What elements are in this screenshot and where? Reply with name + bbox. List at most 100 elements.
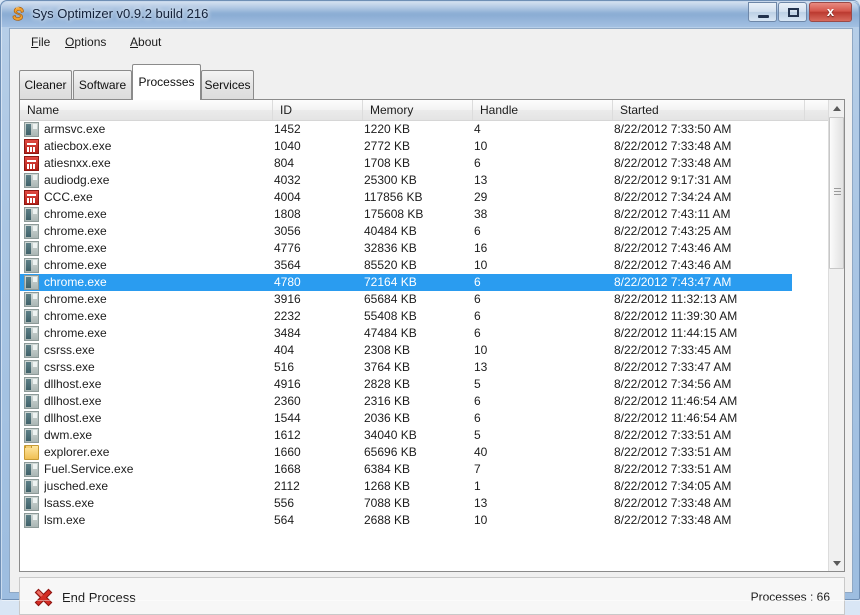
tab-cleaner[interactable]: Cleaner <box>19 70 72 100</box>
cell-started: 8/22/2012 7:34:56 AM <box>614 377 732 391</box>
table-row[interactable]: lsass.exe 556 7088 KB 13 8/22/2012 7:33:48 A… <box>20 495 828 512</box>
table-row[interactable]: atiesnxx.exe 804 1708 KB 6 8/22/2012 7:33:48… <box>20 155 828 172</box>
table-row[interactable]: chrome.exe 4780 72164 KB 6 8/22/2012 7:43:47… <box>20 274 792 291</box>
scroll-up-arrow-icon[interactable] <box>829 100 844 116</box>
minimize-icon <box>758 15 769 18</box>
table-row[interactable]: chrome.exe 2232 55408 KB 6 8/22/2012 11:39:3… <box>20 308 828 325</box>
table-row[interactable]: chrome.exe 3916 65684 KB 6 8/22/2012 11:32:1… <box>20 291 828 308</box>
table-row[interactable]: armsvc.exe 1452 1220 KB 4 8/22/2012 7:33:50 … <box>20 121 828 138</box>
cell-started: 8/22/2012 7:43:11 AM <box>614 207 731 221</box>
cell-handle: 6 <box>474 309 481 323</box>
cell-memory: 175608 KB <box>364 207 424 221</box>
cell-handle: 6 <box>474 156 481 170</box>
cell-handle: 38 <box>474 207 488 221</box>
process-count-label: Processes : 66 <box>750 590 830 604</box>
column-header-handle[interactable]: Handle <box>473 100 613 120</box>
column-header-id[interactable]: ID <box>273 100 363 120</box>
cell-started: 8/22/2012 7:43:46 AM <box>614 241 732 255</box>
menu-item-about[interactable]: About <box>123 33 168 51</box>
close-button[interactable]: x <box>809 2 852 22</box>
table-row[interactable]: audiodg.exe 4032 25300 KB 13 8/22/2012 9:17:… <box>20 172 828 189</box>
cell-id: 2232 <box>274 309 301 323</box>
ati-icon <box>24 190 39 205</box>
table-row[interactable]: csrss.exe 404 2308 KB 10 8/22/2012 7:33:45 A… <box>20 342 828 359</box>
cell-memory: 72164 KB <box>364 275 417 289</box>
maximize-button[interactable] <box>778 2 807 22</box>
cell-memory: 32836 KB <box>364 241 417 255</box>
table-row[interactable]: chrome.exe 1808 175608 KB 38 8/22/2012 7:43:… <box>20 206 828 223</box>
cell-id: 3916 <box>274 292 301 306</box>
folder-icon <box>24 445 39 460</box>
cell-handle: 29 <box>474 190 488 204</box>
scroll-down-arrow-icon[interactable] <box>829 555 844 571</box>
table-row[interactable]: jusched.exe 2112 1268 KB 1 8/22/2012 7:34:05… <box>20 478 828 495</box>
title-bar[interactable]: Sys Optimizer v0.9.2 build 216 x <box>1 1 859 27</box>
cell-id: 516 <box>274 360 295 374</box>
app-icon <box>24 462 39 477</box>
table-row[interactable]: chrome.exe 3484 47484 KB 6 8/22/2012 11:44:1… <box>20 325 828 342</box>
app-icon <box>24 326 39 341</box>
table-row[interactable]: dllhost.exe 2360 2316 KB 6 8/22/2012 11:46:5… <box>20 393 828 410</box>
column-header-memory[interactable]: Memory <box>363 100 473 120</box>
table-row[interactable]: atiecbox.exe 1040 2772 KB 10 8/22/2012 7:33:… <box>20 138 828 155</box>
scrollbar-grip-icon <box>834 188 841 195</box>
cell-memory: 40484 KB <box>364 224 417 238</box>
cell-name: chrome.exe <box>44 258 107 272</box>
minimize-button[interactable] <box>748 2 777 22</box>
app-s-icon <box>12 6 24 21</box>
red-x-icon <box>34 588 53 607</box>
cell-name: dllhost.exe <box>44 394 102 408</box>
table-row[interactable]: explorer.exe 1660 65696 KB 40 8/22/2012 7:33… <box>20 444 828 461</box>
tab-processes[interactable]: Processes <box>132 64 201 100</box>
table-row[interactable]: CCC.exe 4004 117856 KB 29 8/22/2012 7:34:24 … <box>20 189 828 206</box>
process-list: Name ID Memory Handle Started armsvc.exe… <box>19 99 845 572</box>
cell-name: chrome.exe <box>44 241 107 255</box>
cell-handle: 10 <box>474 343 488 357</box>
cell-memory: 1708 KB <box>364 156 411 170</box>
cell-handle: 1 <box>474 479 481 493</box>
table-row[interactable]: dllhost.exe 1544 2036 KB 6 8/22/2012 11:46:5… <box>20 410 828 427</box>
cell-name: CCC.exe <box>44 190 93 204</box>
column-header-name[interactable]: Name <box>20 100 273 120</box>
cell-started: 8/22/2012 7:33:50 AM <box>614 122 732 136</box>
menu-item-options[interactable]: Options <box>58 33 113 51</box>
tab-software[interactable]: Software <box>73 70 132 100</box>
table-row[interactable]: dwm.exe 1612 34040 KB 5 8/22/2012 7:33:51 AM <box>20 427 828 444</box>
cell-memory: 55408 KB <box>364 309 417 323</box>
scrollbar-thumb[interactable] <box>829 117 844 269</box>
cell-id: 4916 <box>274 377 301 391</box>
cell-handle: 10 <box>474 513 488 527</box>
cell-started: 8/22/2012 7:43:46 AM <box>614 258 732 272</box>
table-row[interactable]: chrome.exe 3056 40484 KB 6 8/22/2012 7:43:25… <box>20 223 828 240</box>
process-list-scrollbar[interactable] <box>828 100 844 571</box>
table-row[interactable]: chrome.exe 4776 32836 KB 16 8/22/2012 7:43:4… <box>20 240 828 257</box>
tab-services[interactable]: Services <box>201 70 254 100</box>
cell-memory: 34040 KB <box>364 428 417 442</box>
table-row[interactable]: Fuel.Service.exe 1668 6384 KB 7 8/22/2012 7:… <box>20 461 828 478</box>
end-process-button[interactable]: End Process <box>29 582 159 612</box>
cell-handle: 6 <box>474 292 481 306</box>
cell-started: 8/22/2012 11:39:30 AM <box>614 309 738 323</box>
table-row[interactable]: chrome.exe 3564 85520 KB 10 8/22/2012 7:43:4… <box>20 257 828 274</box>
column-header-spacer[interactable] <box>805 100 828 120</box>
column-header-started[interactable]: Started <box>613 100 805 120</box>
maximize-icon <box>788 8 799 17</box>
cell-handle: 4 <box>474 122 481 136</box>
cell-name: dwm.exe <box>44 428 93 442</box>
cell-id: 1040 <box>274 139 301 153</box>
app-icon <box>24 343 39 358</box>
cell-name: atiecbox.exe <box>44 139 112 153</box>
table-row[interactable]: csrss.exe 516 3764 KB 13 8/22/2012 7:33:47 A… <box>20 359 828 376</box>
menu-item-file[interactable]: File <box>24 33 57 51</box>
cell-id: 3056 <box>274 224 301 238</box>
table-row[interactable]: lsm.exe 564 2688 KB 10 8/22/2012 7:33:48 AM <box>20 512 828 529</box>
cell-name: csrss.exe <box>44 343 95 357</box>
cell-memory: 2772 KB <box>364 139 411 153</box>
status-bar: End Process Processes : 66 <box>19 577 845 615</box>
app-icon <box>24 513 39 528</box>
cell-started: 8/22/2012 7:33:48 AM <box>614 496 732 510</box>
app-icon <box>24 377 39 392</box>
table-row[interactable]: dllhost.exe 4916 2828 KB 5 8/22/2012 7:34:56… <box>20 376 828 393</box>
ati-icon <box>24 139 39 154</box>
cell-name: lsm.exe <box>44 513 86 527</box>
